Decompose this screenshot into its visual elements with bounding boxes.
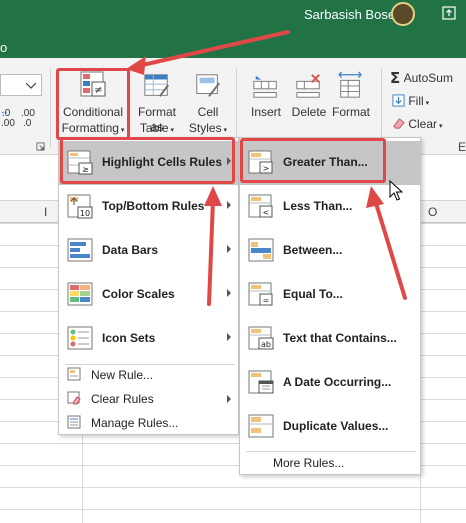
annotation-arrows — [126, 30, 407, 306]
arrow-to-greater-than — [366, 186, 407, 300]
arrow-to-highlight-cells-rules — [204, 186, 222, 306]
mouse-cursor-icon — [389, 180, 403, 201]
arrow-to-conditional-formatting — [126, 30, 290, 75]
